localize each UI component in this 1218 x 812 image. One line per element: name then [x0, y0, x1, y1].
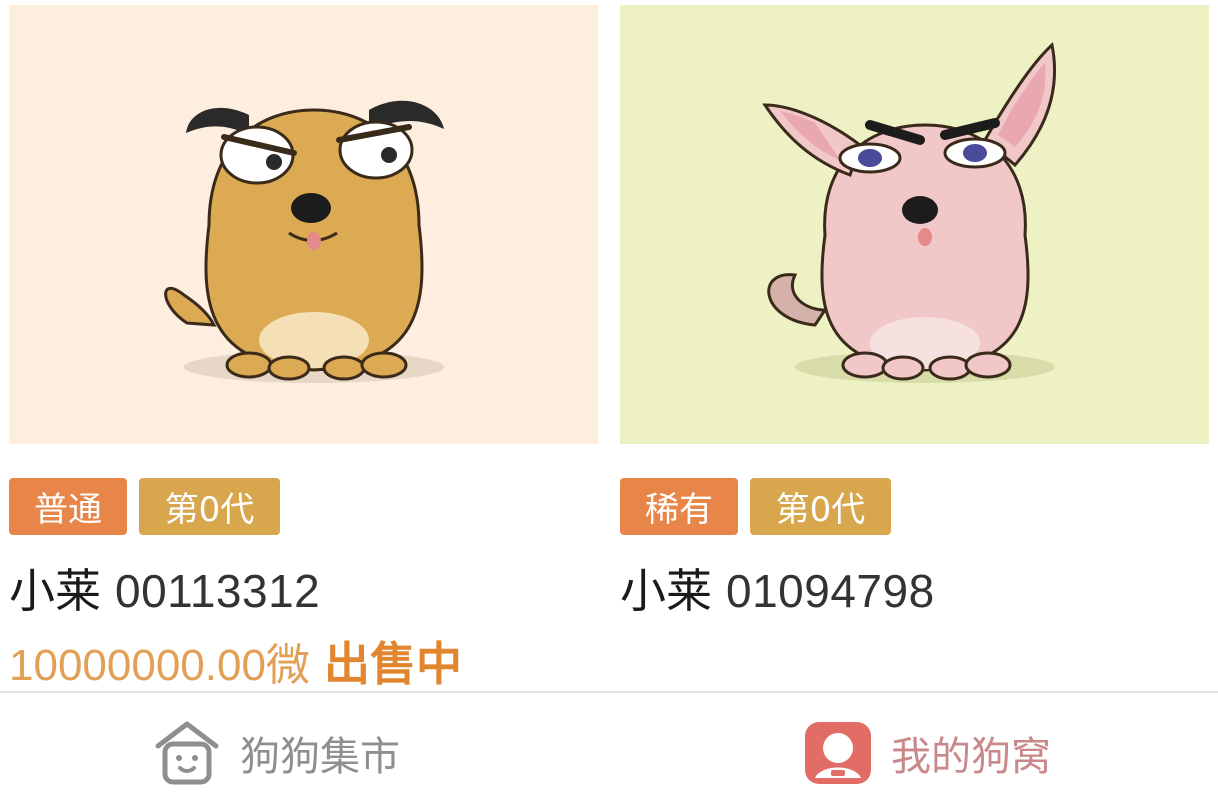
tab-label: 狗狗集市 — [240, 733, 400, 780]
tab-dog-market[interactable]: 狗狗集市 — [152, 693, 400, 812]
tab-label: 我的狗窝 — [891, 733, 1051, 780]
my-kennel-icon — [805, 721, 871, 784]
price-value: 10000000.00 — [9, 641, 266, 690]
bottom-tabbar: 狗狗集市 我的狗窝 — [0, 693, 1218, 812]
sale-status: 出售中 — [323, 637, 462, 691]
dog-illustration — [620, 5, 1209, 444]
dog-name: 小莱 — [620, 564, 712, 618]
dog-title: 小莱 00113312 — [9, 555, 320, 621]
dog-id: 00113312 — [115, 565, 321, 617]
badge-row: 稀有 第0代 — [620, 478, 891, 535]
dog-id: 01094798 — [726, 565, 935, 617]
price-row: 10000000.00 微 出售中 — [9, 628, 462, 694]
dog-card-00113312[interactable]: 普通 第0代 小莱 00113312 10000000.00 微 出售中 — [9, 0, 598, 691]
dog-title: 小莱 01094798 — [620, 555, 935, 621]
generation-badge: 第0代 — [139, 478, 280, 535]
dog-house-icon — [155, 721, 219, 784]
dog-name: 小莱 — [9, 564, 101, 618]
dog-card-01094798[interactable]: 稀有 第0代 小莱 01094798 — [620, 0, 1209, 690]
generation-badge: 第0代 — [750, 478, 891, 535]
dog-image[interactable] — [9, 5, 598, 444]
rarity-badge: 稀有 — [620, 478, 738, 535]
dog-image[interactable] — [620, 5, 1209, 444]
price-unit: 微 — [265, 640, 310, 691]
dog-illustration — [9, 5, 598, 444]
tab-my-kennel[interactable]: 我的狗窝 — [803, 693, 1051, 812]
rarity-badge: 普通 — [9, 478, 127, 535]
badge-row: 普通 第0代 — [9, 478, 280, 535]
